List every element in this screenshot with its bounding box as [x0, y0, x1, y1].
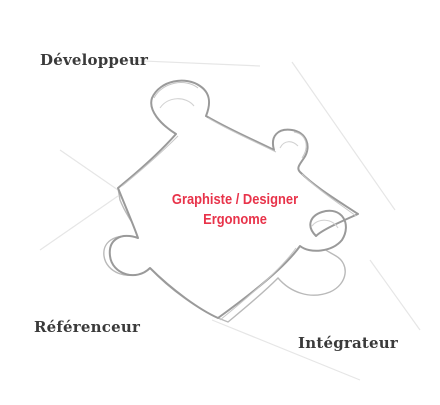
role-referenceur: Référenceur — [34, 318, 141, 336]
center-label-line1: Graphiste / Designer — [171, 191, 299, 208]
role-developpeur: Développeur — [40, 51, 149, 69]
center-label-line2: Ergonome — [203, 211, 267, 228]
role-integrateur: Intégrateur — [298, 334, 398, 352]
puzzle-diagram: Graphiste / Designer Ergonome Développeu… — [0, 0, 440, 400]
center-label: Graphiste / Designer Ergonome — [162, 190, 308, 230]
